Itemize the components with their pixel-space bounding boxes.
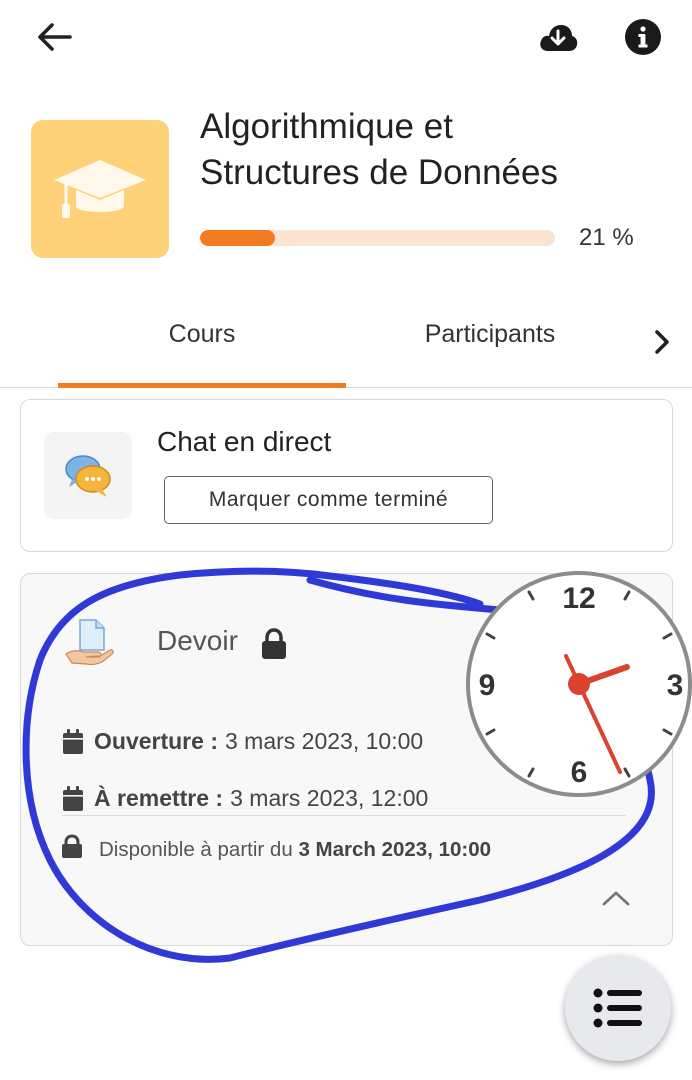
assignment-hand-icon	[65, 619, 114, 665]
active-tab-indicator	[58, 383, 346, 388]
opening-value: 3 mars 2023, 10:00	[224, 728, 424, 754]
course-thumbnail	[31, 120, 169, 258]
lock-icon	[262, 628, 286, 659]
clock-number-3: 3	[667, 669, 684, 702]
download-button[interactable]	[530, 14, 586, 60]
clock-overlay: 12 3 6 9	[465, 570, 692, 798]
arrow-left-icon	[38, 23, 72, 51]
chat-bubbles-icon	[65, 454, 111, 497]
chevron-right-icon	[655, 330, 669, 354]
course-index-fab[interactable]	[565, 955, 671, 1061]
course-title-line2: Structures de Données	[200, 153, 558, 192]
availability-text: Disponible à partir du 3 March 2023, 10:…	[99, 838, 491, 862]
availability-prefix: Disponible à partir du	[99, 838, 293, 861]
back-button[interactable]	[24, 14, 84, 60]
calendar-icon	[63, 785, 83, 811]
info-button[interactable]	[618, 14, 668, 60]
collapse-button[interactable]	[600, 888, 632, 913]
graduation-cap-icon	[54, 160, 146, 218]
assignment-title[interactable]: Devoir	[157, 625, 238, 657]
lock-icon	[62, 834, 82, 858]
course-progress-bar	[200, 230, 555, 246]
clock-number-9: 9	[479, 669, 496, 702]
clock-number-12: 12	[562, 582, 595, 615]
tab-cours-label: Cours	[168, 320, 236, 348]
due-label: À remettre :	[94, 785, 224, 811]
due-date-row: À remettre : 3 mars 2023, 12:00	[62, 785, 428, 812]
assignment-divider	[62, 815, 626, 816]
opening-date-row: Ouverture : 3 mars 2023, 10:00	[62, 728, 423, 755]
chat-module-title[interactable]: Chat en direct	[157, 426, 331, 458]
chat-module-icon-box	[44, 432, 132, 519]
assignment-lock	[260, 628, 288, 665]
cloud-download-icon	[540, 25, 578, 51]
calendar-icon	[63, 728, 83, 754]
course-title: Algorithmique et Structures de Données	[200, 104, 640, 196]
info-circle-icon	[625, 19, 661, 55]
tab-cours[interactable]: Cours	[58, 320, 346, 360]
tab-participants-label: Participants	[424, 320, 556, 348]
tabs-next-button[interactable]	[640, 322, 684, 362]
course-title-line1: Algorithmique et	[200, 107, 453, 146]
mark-complete-button[interactable]: Marquer comme terminé	[164, 476, 493, 524]
tab-participants[interactable]: Participants	[346, 320, 634, 360]
clock-number-6: 6	[571, 756, 588, 789]
availability-date: 3 March 2023, 10:00	[298, 838, 492, 861]
opening-label: Ouverture :	[94, 728, 218, 754]
list-icon	[593, 988, 642, 1028]
course-progress-fill	[200, 230, 275, 246]
due-value: 3 mars 2023, 12:00	[230, 785, 429, 811]
assignment-icon	[64, 616, 116, 673]
clock-icon: 12 3 6 9	[466, 571, 692, 797]
availability-lock	[61, 834, 83, 863]
chevron-up-icon	[602, 891, 630, 906]
course-progress-label: 21 %	[579, 224, 634, 251]
